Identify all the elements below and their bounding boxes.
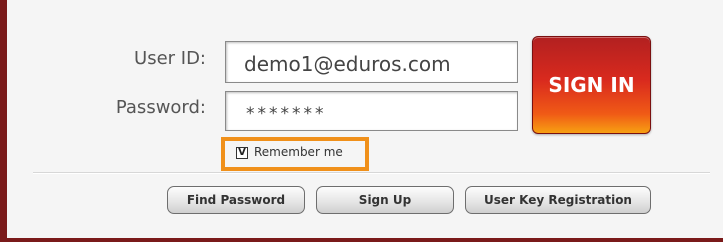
- password-field[interactable]: *******: [225, 91, 518, 131]
- find-password-button[interactable]: Find Password: [167, 186, 305, 214]
- login-panel: User ID: demo1@eduros.com Password: ****…: [0, 0, 723, 242]
- password-label: Password:: [115, 97, 206, 118]
- remember-me-label[interactable]: Remember me: [254, 145, 343, 159]
- remember-me-checkbox[interactable]: V: [236, 147, 248, 159]
- left-accent-bar: [0, 0, 7, 242]
- user-id-label: User ID:: [134, 48, 206, 69]
- bottom-accent-bar: [0, 238, 723, 242]
- divider: [33, 172, 710, 174]
- user-id-field[interactable]: demo1@eduros.com: [225, 41, 518, 83]
- sign-in-button[interactable]: SIGN IN: [532, 36, 651, 134]
- sign-up-button[interactable]: Sign Up: [316, 186, 454, 214]
- user-key-registration-button[interactable]: User Key Registration: [465, 186, 651, 214]
